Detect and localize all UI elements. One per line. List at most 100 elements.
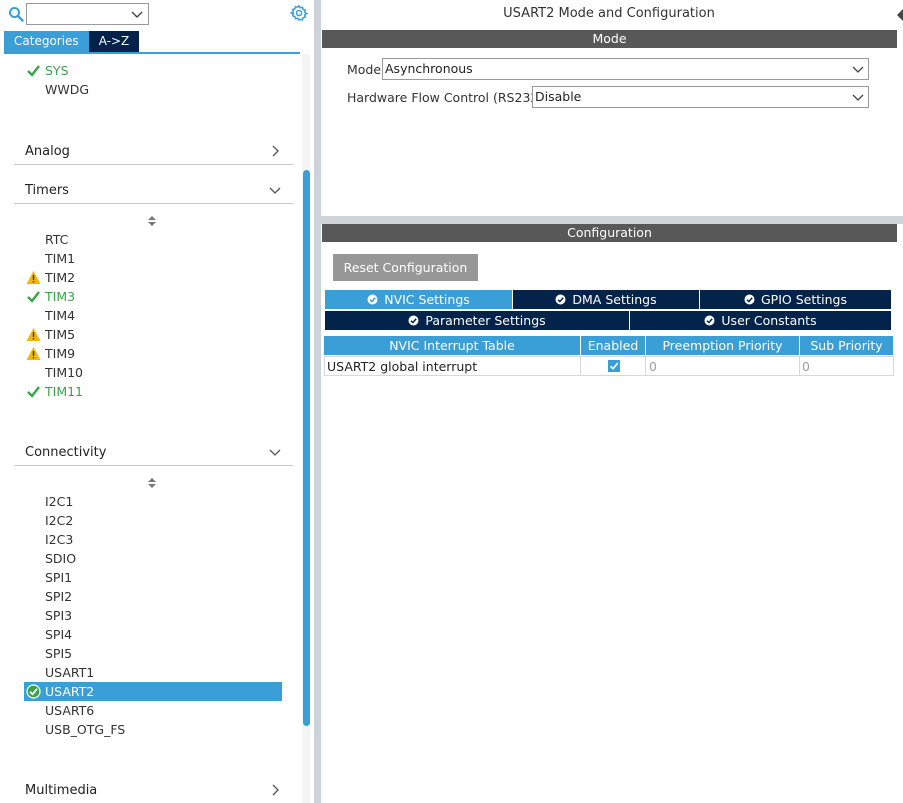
list-item-label: SDIO: [45, 551, 77, 566]
tab-label: User Constants: [721, 313, 817, 328]
tab-a-z[interactable]: A->Z: [88, 31, 140, 52]
list-item-spi1[interactable]: SPI1: [24, 568, 282, 587]
category-tree: SYS WWDG Analog Timers RTC TIM1 TIM2 TIM…: [0, 54, 300, 803]
sort-icon[interactable]: [147, 215, 157, 227]
check-circle-icon: [555, 294, 566, 305]
chevron-right-icon: [272, 784, 279, 796]
list-item-label: USART2: [45, 684, 95, 699]
list-item-label: SPI3: [45, 608, 73, 623]
list-item-label: SPI1: [45, 570, 73, 585]
flow-control-select[interactable]: Disable: [532, 86, 869, 108]
tab-label: DMA Settings: [572, 292, 657, 307]
list-item-sdio[interactable]: SDIO: [24, 549, 282, 568]
list-item-label: I2C2: [45, 513, 74, 528]
list-item-tim10[interactable]: TIM10: [24, 363, 282, 382]
list-item-label: WWDG: [45, 82, 90, 97]
chevron-down-icon[interactable]: [130, 7, 144, 21]
table-cell-enabled: [580, 356, 646, 376]
gear-icon[interactable]: [290, 4, 308, 22]
search-input[interactable]: [26, 3, 149, 25]
list-item-i2c1[interactable]: I2C1: [24, 492, 282, 511]
tab-label: GPIO Settings: [761, 292, 847, 307]
list-item-wwdg[interactable]: WWDG: [24, 80, 282, 99]
tab-gpio-settings[interactable]: GPIO Settings: [700, 290, 891, 309]
list-item-label: RTC: [45, 232, 69, 247]
mode-label: Mode: [347, 62, 382, 77]
list-item-tim4[interactable]: TIM4: [24, 306, 282, 325]
enabled-checkbox[interactable]: [608, 360, 620, 372]
flow-control-value: Disable: [535, 89, 582, 104]
check-circle-icon: [408, 315, 419, 326]
collapse-arrow-icon[interactable]: [896, 6, 903, 24]
list-item-spi3[interactable]: SPI3: [24, 606, 282, 625]
list-item-tim9[interactable]: TIM9: [24, 344, 282, 363]
column-header-interrupt[interactable]: NVIC Interrupt Table: [324, 336, 580, 355]
list-item-label: TIM2: [45, 270, 76, 285]
section-divider[interactable]: [321, 216, 903, 224]
column-header-preemption[interactable]: Preemption Priority: [646, 336, 799, 355]
tab-parameter-settings[interactable]: Parameter Settings: [325, 311, 629, 330]
list-item-spi2[interactable]: SPI2: [24, 587, 282, 606]
check-circle-icon: [26, 684, 41, 699]
check-icon: [27, 386, 40, 398]
list-item-label: USB_OTG_FS: [45, 722, 126, 737]
list-item-spi4[interactable]: SPI4: [24, 625, 282, 644]
category-label: Timers: [25, 183, 69, 198]
chevron-down-icon: [269, 449, 281, 456]
category-multimedia[interactable]: Multimedia: [14, 778, 293, 803]
category-connectivity[interactable]: Connectivity: [14, 440, 293, 466]
category-timers[interactable]: Timers: [14, 178, 293, 204]
mode-select[interactable]: Asynchronous: [382, 58, 869, 80]
list-item-usart2[interactable]: USART2: [24, 682, 282, 701]
list-item-label: USART1: [45, 665, 95, 680]
list-item-spi5[interactable]: SPI5: [24, 644, 282, 663]
list-item-label: TIM1: [45, 251, 76, 266]
list-item-rtc[interactable]: RTC: [24, 230, 282, 249]
sort-icon[interactable]: [147, 477, 157, 489]
search-icon[interactable]: [8, 6, 24, 22]
page-title: USART2 Mode and Configuration: [503, 6, 715, 21]
list-item-label: I2C1: [45, 494, 74, 509]
list-item-label: I2C3: [45, 532, 74, 547]
list-item-tim1[interactable]: TIM1: [24, 249, 282, 268]
category-label: Multimedia: [25, 783, 98, 798]
right-panel: USART2 Mode and Configuration Mode Mode …: [321, 0, 903, 803]
column-header-enabled[interactable]: Enabled: [581, 336, 645, 355]
tab-nvic-settings[interactable]: NVIC Settings: [325, 290, 512, 309]
list-item-label: TIM4: [45, 308, 76, 323]
tab-categories[interactable]: Categories: [4, 31, 89, 52]
tab-dma-settings[interactable]: DMA Settings: [513, 290, 699, 309]
list-item-tim3[interactable]: TIM3: [24, 287, 282, 306]
list-item-label: SPI2: [45, 589, 73, 604]
panel-splitter[interactable]: [314, 0, 321, 803]
scrollbar-thumb[interactable]: [303, 170, 310, 726]
configuration-section-header: Configuration: [322, 224, 897, 242]
column-header-sub-priority[interactable]: Sub Priority: [800, 336, 893, 355]
list-item-i2c2[interactable]: I2C2: [24, 511, 282, 530]
list-item-label: TIM10: [45, 365, 84, 380]
list-item-tim5[interactable]: TIM5: [24, 325, 282, 344]
list-item-label: TIM5: [45, 327, 76, 342]
check-icon: [27, 291, 40, 303]
table-cell-preemption[interactable]: 0: [645, 356, 800, 376]
reset-configuration-button[interactable]: Reset Configuration: [333, 254, 478, 281]
list-item-tim2[interactable]: TIM2: [24, 268, 282, 287]
warning-icon: [26, 328, 41, 341]
tab-user-constants[interactable]: User Constants: [630, 311, 891, 330]
mode-select-value: Asynchronous: [385, 61, 473, 76]
chevron-down-icon: [269, 187, 281, 194]
list-item-label: TIM9: [45, 346, 76, 361]
list-item-sys[interactable]: SYS: [24, 61, 282, 80]
list-item-usb-otg-fs[interactable]: USB_OTG_FS: [24, 720, 282, 739]
list-item-label: USART6: [45, 703, 95, 718]
category-analog[interactable]: Analog: [14, 139, 293, 165]
search-row: [0, 0, 314, 30]
list-item-usart6[interactable]: USART6: [24, 701, 282, 720]
list-item-tim11[interactable]: TIM11: [24, 382, 282, 401]
category-label: Connectivity: [25, 445, 107, 460]
list-item-usart1[interactable]: USART1: [24, 663, 282, 682]
table-cell-sub-priority[interactable]: 0: [799, 356, 894, 376]
warning-icon: [26, 347, 41, 360]
list-item-i2c3[interactable]: I2C3: [24, 530, 282, 549]
check-circle-icon: [704, 315, 715, 326]
